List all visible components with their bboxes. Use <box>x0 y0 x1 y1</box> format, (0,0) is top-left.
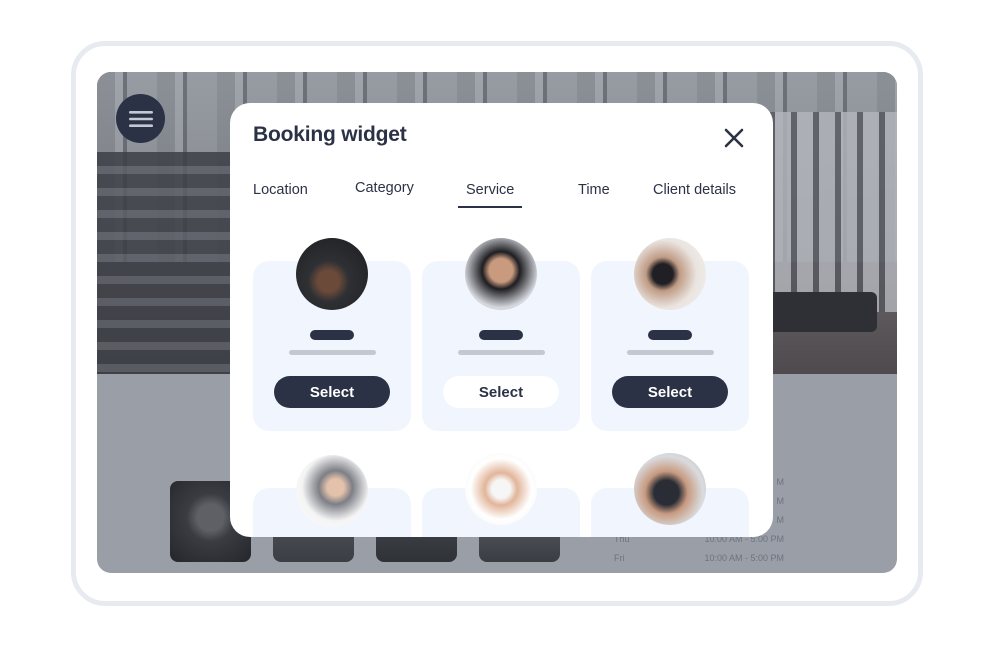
tab-location[interactable]: Location <box>253 182 308 208</box>
service-name-placeholder <box>648 330 692 340</box>
select-service-button[interactable]: Select <box>612 376 728 408</box>
tab-service[interactable]: Service <box>457 182 523 208</box>
service-description-placeholder <box>289 350 376 355</box>
service-image <box>634 453 706 525</box>
booking-steps-tabs: Location Category Service Time Client de… <box>230 179 773 211</box>
service-name-placeholder <box>310 330 354 340</box>
tab-time[interactable]: Time <box>578 182 610 208</box>
tab-category[interactable]: Category <box>355 180 414 206</box>
select-service-button[interactable]: Select <box>443 376 559 408</box>
service-image <box>465 453 537 525</box>
booking-widget-modal: Booking widget Location Category Service… <box>230 103 773 537</box>
tab-client-details[interactable]: Client details <box>653 182 736 208</box>
close-icon <box>724 128 744 148</box>
hamburger-menu-icon <box>128 110 153 127</box>
service-name-placeholder <box>479 330 523 340</box>
service-image <box>634 238 706 310</box>
modal-title: Booking widget <box>253 123 407 146</box>
service-description-placeholder <box>627 350 714 355</box>
service-image <box>465 238 537 310</box>
menu-button[interactable] <box>116 94 165 143</box>
select-service-button[interactable]: Select <box>274 376 390 408</box>
close-button[interactable] <box>723 127 745 149</box>
service-description-placeholder <box>458 350 545 355</box>
service-image <box>296 238 368 310</box>
hours-row: Fri 10:00 AM - 5:00 PM <box>614 553 784 563</box>
service-image <box>296 455 368 527</box>
